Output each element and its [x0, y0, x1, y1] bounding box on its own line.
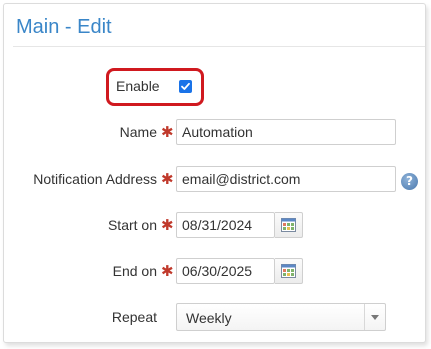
repeat-select[interactable]: Weekly — [176, 303, 386, 331]
end-on-calendar-button[interactable] — [275, 258, 303, 284]
repeat-label: Repeat — [111, 309, 157, 325]
end-on-date-input[interactable]: 06/30/2025 — [176, 258, 275, 284]
start-on-label: Start on — [107, 217, 157, 233]
required-asterisk: ✱ — [161, 263, 174, 280]
required-asterisk: ✱ — [161, 217, 174, 234]
enable-label: Enable — [116, 78, 160, 94]
page-title: Main - Edit — [16, 16, 112, 38]
notification-address-label: Notification Address — [33, 171, 157, 187]
calendar-icon — [281, 264, 296, 278]
question-circle-icon[interactable]: ? — [401, 173, 418, 190]
required-asterisk: ✱ — [161, 171, 174, 188]
start-on-date-input[interactable]: 08/31/2024 — [176, 212, 275, 238]
edit-panel: Main - Edit Enable Name ✱ Automation Not… — [3, 3, 426, 343]
start-on-calendar-button[interactable] — [275, 212, 303, 238]
end-on-label: End on — [112, 263, 157, 279]
chevron-down-icon — [364, 304, 385, 330]
title-divider — [13, 46, 425, 47]
checkmark-icon — [181, 82, 190, 90]
calendar-icon — [281, 218, 296, 232]
enable-checkbox[interactable] — [179, 80, 192, 93]
repeat-selected-value: Weekly — [186, 310, 232, 326]
required-asterisk: ✱ — [161, 124, 174, 141]
notification-address-input[interactable]: email@district.com — [176, 166, 396, 192]
name-input[interactable]: Automation — [176, 119, 396, 145]
name-label: Name — [119, 124, 157, 140]
